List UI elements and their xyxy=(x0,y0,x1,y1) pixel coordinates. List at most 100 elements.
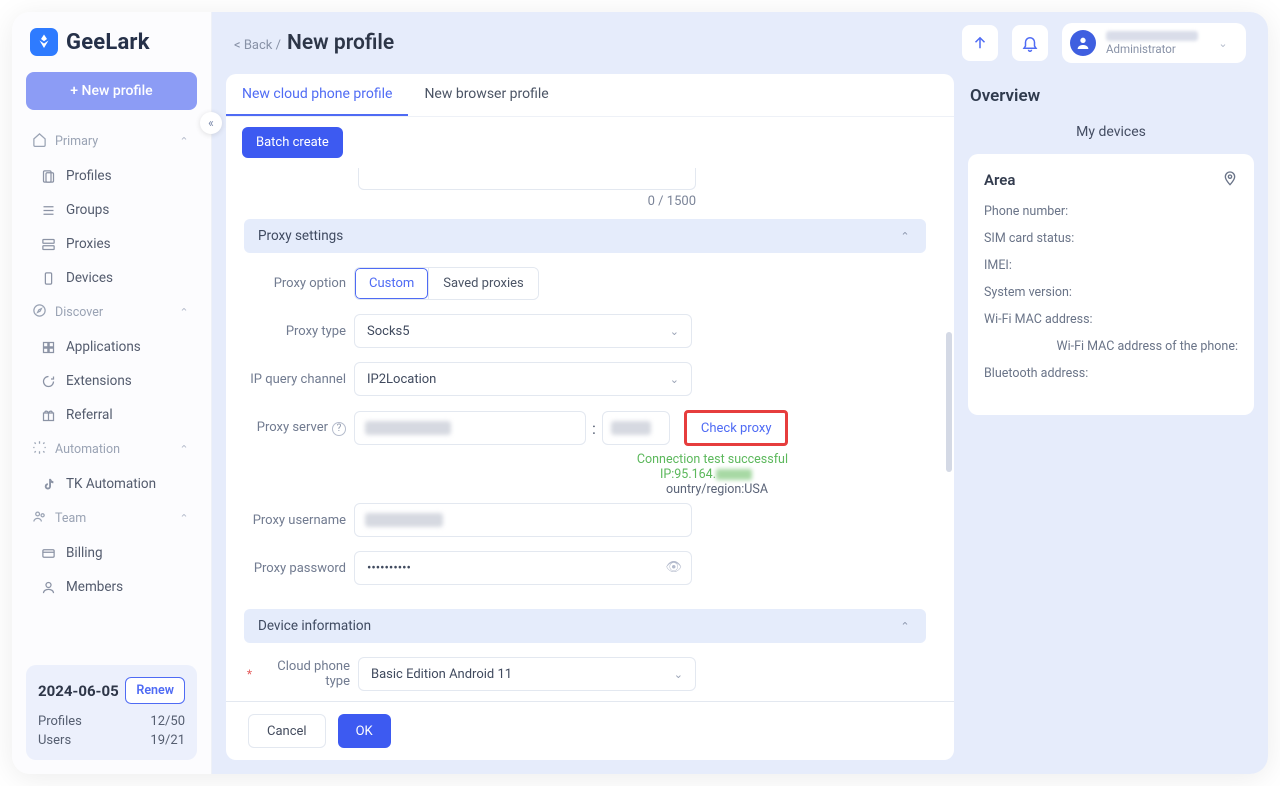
brand: GeeLark xyxy=(12,12,211,66)
chevron-up-icon: ⌃ xyxy=(177,443,191,456)
brand-logo-icon xyxy=(30,28,58,56)
proxy-option-custom[interactable]: Custom xyxy=(355,268,428,299)
connection-country-text: ountry/region:USA xyxy=(368,482,926,497)
renew-button[interactable]: Renew xyxy=(125,677,185,704)
remark-textarea[interactable] xyxy=(358,168,696,190)
proxy-type-select[interactable]: Socks5⌄ xyxy=(354,314,692,348)
expiry-date: 2024-06-05 xyxy=(38,682,119,700)
label-proxy-password: Proxy password xyxy=(244,561,354,576)
sidebar-item-applications[interactable]: Applications xyxy=(20,330,203,364)
connection-success-text: Connection test successful xyxy=(368,452,926,467)
profile-type-tabs: New cloud phone profile New browser prof… xyxy=(226,74,954,117)
ov-phone: Phone number: xyxy=(984,204,1238,219)
location-icon xyxy=(1222,170,1238,190)
users-quota-label: Users xyxy=(38,733,71,748)
overview-card: Area Phone number: SIM card status: IMEI… xyxy=(968,154,1254,415)
chevron-up-icon: ⌃ xyxy=(177,512,191,525)
overview-area-heading: Area xyxy=(984,171,1015,189)
chevron-down-icon: ⌄ xyxy=(670,325,679,338)
profiles-icon xyxy=(40,168,56,184)
notifications-button[interactable] xyxy=(1012,25,1048,61)
devices-icon xyxy=(40,270,56,286)
ov-system: System version: xyxy=(984,285,1238,300)
chevron-down-icon: ⌄ xyxy=(1216,37,1230,50)
sidebar-item-devices[interactable]: Devices xyxy=(20,261,203,295)
account-role: Administrator xyxy=(1106,43,1198,56)
sidebar: GeeLark + New profile « Primary ⌃ Profil… xyxy=(12,12,212,774)
team-icon xyxy=(32,509,47,528)
section-proxy-settings[interactable]: Proxy settings ⌃ xyxy=(244,219,926,253)
extensions-icon xyxy=(40,373,56,389)
ov-wifi-sub: Wi-Fi MAC address of the phone: xyxy=(984,339,1238,354)
help-icon[interactable]: ? xyxy=(332,422,346,436)
new-profile-button[interactable]: + New profile xyxy=(26,72,197,110)
sidebar-item-members[interactable]: Members xyxy=(20,570,203,604)
sidebar-collapse-handle[interactable]: « xyxy=(200,112,222,134)
back-link[interactable]: < Back / xyxy=(234,38,281,53)
proxy-username-input[interactable] xyxy=(354,503,692,537)
cancel-button[interactable]: Cancel xyxy=(248,714,326,748)
proxies-icon xyxy=(40,236,56,252)
overview-title: Overview xyxy=(968,74,1254,112)
ov-bt: Bluetooth address: xyxy=(984,366,1238,381)
sidebar-item-groups[interactable]: Groups xyxy=(20,193,203,227)
compass-icon xyxy=(32,303,47,322)
chevron-up-icon: ⌃ xyxy=(177,135,191,148)
members-icon xyxy=(40,579,56,595)
overview-tab-my-devices[interactable]: My devices xyxy=(1066,118,1156,146)
form-footer: Cancel OK xyxy=(226,701,954,760)
automation-icon xyxy=(32,440,47,459)
ok-button[interactable]: OK xyxy=(338,714,391,748)
account-menu[interactable]: Administrator ⌄ xyxy=(1062,23,1246,63)
profiles-quota-label: Profiles xyxy=(38,714,82,729)
label-proxy-type: Proxy type xyxy=(244,324,354,339)
label-proxy-server: Proxy server? xyxy=(244,420,354,436)
label-proxy-username: Proxy username xyxy=(244,513,354,528)
gift-icon xyxy=(40,407,56,423)
label-ip-query: IP query channel xyxy=(244,372,354,387)
profiles-quota-value: 12/50 xyxy=(150,714,185,729)
batch-create-button[interactable]: Batch create xyxy=(242,127,343,158)
main-area: < Back / New profile Administrator ⌄ xyxy=(212,12,1268,774)
page-title: New profile xyxy=(287,31,394,55)
sidebar-item-billing[interactable]: Billing xyxy=(20,536,203,570)
chevron-up-icon: ⌃ xyxy=(898,620,912,633)
nav-section-automation[interactable]: Automation ⌃ xyxy=(20,432,203,467)
ip-query-select[interactable]: IP2Location⌄ xyxy=(354,362,692,396)
billing-icon xyxy=(40,545,56,561)
colon-separator: : xyxy=(586,419,602,438)
sidebar-item-referral[interactable]: Referral xyxy=(20,398,203,432)
breadcrumb: < Back / New profile xyxy=(234,31,394,55)
required-star: * xyxy=(244,667,252,681)
brand-name: GeeLark xyxy=(66,30,150,55)
apps-icon xyxy=(40,339,56,355)
ov-wifi: Wi-Fi MAC address: xyxy=(984,312,1238,327)
nav-section-team[interactable]: Team ⌃ xyxy=(20,501,203,536)
upload-button[interactable] xyxy=(962,25,998,61)
label-proxy-option: Proxy option xyxy=(244,276,354,291)
proxy-password-input[interactable]: •••••••••• xyxy=(354,551,692,585)
sidebar-item-extensions[interactable]: Extensions xyxy=(20,364,203,398)
sidebar-item-profiles[interactable]: Profiles xyxy=(20,159,203,193)
form-card: New cloud phone profile New browser prof… xyxy=(226,74,954,760)
cloud-phone-type-select[interactable]: Basic Edition Android 11⌄ xyxy=(358,657,696,691)
tab-cloud-phone[interactable]: New cloud phone profile xyxy=(226,74,408,116)
check-proxy-button[interactable]: Check proxy xyxy=(684,410,789,446)
tab-browser[interactable]: New browser profile xyxy=(408,74,564,116)
toggle-password-icon[interactable]: 👁 xyxy=(665,560,682,575)
overview-panel: Overview My devices Area Phone number: S… xyxy=(968,74,1254,760)
remark-counter: 0 / 1500 xyxy=(358,194,696,209)
section-device-information[interactable]: Device information ⌃ xyxy=(244,609,926,643)
nav-section-discover[interactable]: Discover ⌃ xyxy=(20,295,203,330)
proxy-host-input[interactable] xyxy=(354,411,586,445)
scrollbar[interactable] xyxy=(946,332,952,472)
nav-section-primary[interactable]: Primary ⌃ xyxy=(20,124,203,159)
proxy-port-input[interactable] xyxy=(602,411,670,445)
chevron-up-icon: ⌃ xyxy=(177,306,191,319)
subscription-card: 2024-06-05 Renew Profiles12/50 Users19/2… xyxy=(26,665,197,760)
sidebar-item-tk-automation[interactable]: TK Automation xyxy=(20,467,203,501)
proxy-option-saved[interactable]: Saved proxies xyxy=(429,268,537,299)
chevron-down-icon: ⌄ xyxy=(670,373,679,386)
connection-ip-text: IP:95.164. xyxy=(368,467,926,482)
sidebar-item-proxies[interactable]: Proxies xyxy=(20,227,203,261)
